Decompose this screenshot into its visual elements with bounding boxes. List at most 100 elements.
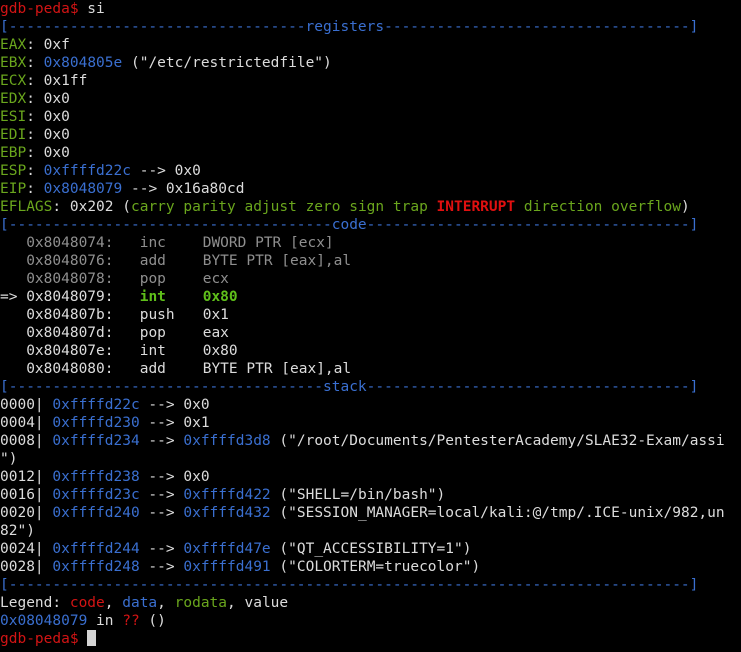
register-value: 0xffffd22c: [43, 163, 131, 179]
instruction-address: 0x8048080:: [26, 361, 114, 377]
stack-row-continuation: "): [0, 450, 741, 468]
eflags-value: 0x202: [69, 199, 114, 215]
stack-offset: 0020|: [0, 505, 44, 521]
register-row: EBP: 0x0: [0, 144, 741, 162]
code-row: 0x8048080: add BYTE PTR [eax],al: [0, 360, 741, 378]
register-name: EBP: [0, 145, 27, 161]
register-detail: --> 0x16a80cd: [122, 181, 245, 197]
input-line[interactable]: gdb-peda$: [0, 630, 741, 648]
stack-string-continuation: 82"): [0, 523, 35, 539]
legend-data: data: [122, 595, 158, 611]
instruction-marker: [0, 361, 26, 377]
stack-target: 0x0: [183, 397, 210, 413]
register-row: ECX: 0x1ff: [0, 72, 741, 90]
register-row: EDX: 0x0: [0, 90, 741, 108]
stack-panel: 0000| 0xffffd22c --> 0x0 0004| 0xffffd230…: [0, 396, 741, 576]
register-value: 0x0: [43, 145, 70, 161]
eflags-interrupt-flag: INTERRUPT: [436, 199, 516, 215]
stack-target: 0xffffd432: [183, 505, 271, 521]
stack-offset: 0012|: [0, 469, 44, 485]
stack-header: [------------------------------------sta…: [0, 379, 699, 395]
stack-string: ("SHELL=/bin/bash"): [270, 487, 446, 503]
instruction-marker: =>: [0, 289, 27, 305]
instruction-mnemonic: pop: [139, 271, 166, 287]
stack-string: ("QT_ACCESSIBILITY=1"): [270, 541, 472, 557]
instruction-marker: [0, 307, 26, 323]
stack-offset: 0016|: [0, 487, 44, 503]
register-name: EDI: [0, 127, 27, 143]
register-row: EAX: 0xf: [0, 36, 741, 54]
instruction-mnemonic: add: [139, 361, 166, 377]
stack-address: 0xffffd230: [52, 415, 140, 431]
stack-address: 0xffffd244: [52, 541, 140, 557]
stack-target: 0xffffd491: [183, 559, 271, 575]
register-row: ESP: 0xffffd22c --> 0x0: [0, 162, 741, 180]
section-end-line: [---------------------------------------…: [0, 577, 699, 593]
instruction-mnemonic: int: [139, 289, 166, 305]
stack-row: 0004| 0xffffd230 --> 0x1: [0, 414, 741, 432]
stack-address: 0xffffd234: [52, 433, 140, 449]
legend-label: Legend:: [0, 595, 70, 611]
instruction-operand: 0x80: [202, 289, 238, 305]
stack-address: 0xffffd238: [52, 469, 140, 485]
instruction-address: 0x804807d:: [26, 325, 114, 341]
instruction-mnemonic: add: [139, 253, 166, 269]
instruction-mnemonic: inc: [139, 235, 166, 251]
register-name: EBX: [0, 55, 27, 71]
register-sep: :: [26, 91, 44, 107]
stack-string: ("/root/Documents/PentesterAcademy/SLAE3…: [270, 433, 725, 449]
stack-string-continuation: "): [0, 451, 18, 467]
registers-header: [----------------------------------regis…: [0, 19, 699, 35]
register-name: ECX: [0, 73, 27, 89]
prompt: gdb-peda$: [0, 1, 79, 17]
code-row: 0x8048076: add BYTE PTR [eax],al: [0, 252, 741, 270]
stack-row: 0020| 0xffffd240 --> 0xffffd432 ("SESSIO…: [0, 504, 741, 522]
instruction-mnemonic: pop: [139, 325, 166, 341]
code-header: [-------------------------------------co…: [0, 217, 699, 233]
eflags-sep: :: [52, 199, 70, 215]
stack-offset: 0008|: [0, 433, 44, 449]
register-sep: :: [26, 181, 44, 197]
eflags-name: EFLAGS: [0, 199, 53, 215]
register-sep: :: [26, 163, 44, 179]
legend-value: value: [244, 595, 289, 611]
legend-code: code: [69, 595, 105, 611]
register-value: 0x0: [43, 127, 70, 143]
register-detail: ("/etc/restrictedfile"): [122, 55, 332, 71]
eflags-close: ): [680, 199, 690, 215]
command-text: si: [78, 1, 105, 17]
legend-sep-2: ,: [157, 595, 175, 611]
register-sep: :: [26, 109, 44, 125]
registers-panel: EAX: 0xf EBX: 0x804805e ("/etc/restricted…: [0, 36, 741, 198]
code-row-current: => 0x8048079: int 0x80: [0, 288, 741, 306]
register-value: 0x0: [43, 91, 70, 107]
eflags-line: EFLAGS: 0x202 (carry parity adjust zero …: [0, 198, 741, 216]
stack-string: ("SESSION_MANAGER=local/kali:@/tmp/.ICE-…: [270, 505, 725, 521]
register-name: EDX: [0, 91, 27, 107]
stack-arrow: -->: [139, 487, 184, 503]
register-name: EIP: [0, 181, 27, 197]
instruction-operand: BYTE PTR [eax],al: [202, 253, 352, 269]
stack-row-continuation: 82"): [0, 522, 741, 540]
register-value: 0x8048079: [43, 181, 123, 197]
stack-row: 0024| 0xffffd244 --> 0xffffd47e ("QT_ACC…: [0, 540, 741, 558]
code-row: 0x804807d: pop eax: [0, 324, 741, 342]
instruction-operand: ecx: [202, 271, 229, 287]
location-line: 0x08048079 in ?? (): [0, 612, 741, 630]
instruction-operand: 0x80: [202, 343, 238, 359]
stack-address: 0xffffd22c: [52, 397, 140, 413]
stack-address: 0xffffd23c: [52, 487, 140, 503]
legend-sep-3: ,: [227, 595, 245, 611]
instruction-address: 0x8048074:: [26, 235, 114, 251]
terminal-window[interactable]: gdb-peda$ si [--------------------------…: [0, 0, 741, 652]
code-row: 0x804807b: push 0x1: [0, 306, 741, 324]
register-sep: :: [26, 37, 44, 53]
register-sep: :: [26, 73, 44, 89]
stack-target: 0x1: [183, 415, 210, 431]
legend-line: Legend: code, data, rodata, value: [0, 594, 741, 612]
code-row: 0x8048074: inc DWORD PTR [ecx]: [0, 234, 741, 252]
stack-arrow: -->: [139, 397, 184, 413]
register-row: ESI: 0x0: [0, 108, 741, 126]
stack-target: 0xffffd47e: [183, 541, 271, 557]
register-name: ESI: [0, 109, 27, 125]
